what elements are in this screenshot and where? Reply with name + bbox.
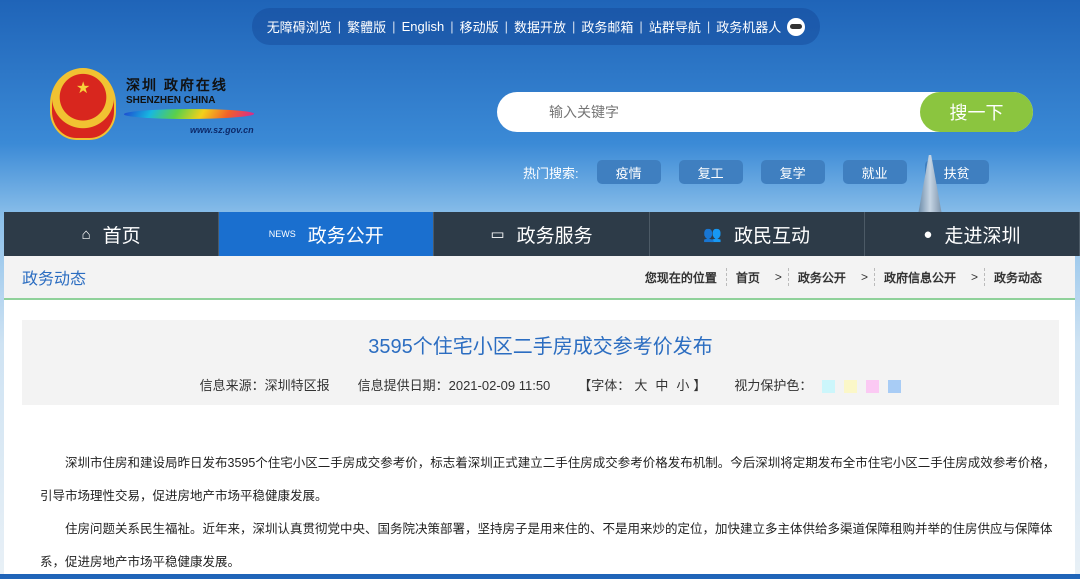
article-header: 3595个住宅小区二手房成交参考价发布 信息来源：深圳特区报 信息提供日期：20… [22,320,1059,405]
eye-color-pink[interactable] [866,380,880,394]
nav-label: 政民互动 [734,225,811,247]
section-title: 政务动态 [22,271,87,288]
site-logo[interactable]: 深圳 政府在线 SHENZHEN CHINA www.sz.gov.cn [50,68,257,140]
article-title: 3595个住宅小区二手房成交参考价发布 [368,336,713,358]
eye-color-yellow[interactable] [844,380,858,394]
link-english[interactable]: English [402,19,445,34]
breadcrumb-label: 您现在的位置 [644,270,717,285]
top-links-bar: 无障碍浏览 | 繁體版 | English | 移动版 | 数据开放 | 政务邮箱 | 站群… [252,8,820,45]
breadcrumb-gov-affairs[interactable]: 政务公开 [789,269,855,286]
article-meta: 信息来源：深圳特区报 信息提供日期：2021-02-09 11:50 【字体：大… [22,375,1059,394]
link-site-nav[interactable]: 站群导航 [649,17,701,36]
font-close: 】 [693,378,707,393]
link-open-data[interactable]: 数据开放 [514,17,566,36]
search-input[interactable] [549,104,920,120]
font-medium[interactable]: 中 [655,378,668,393]
logo-en: SHENZHEN CHINA [126,95,216,106]
monitor-icon: ▭ [490,226,505,243]
logo-url: www.sz.gov.cn [190,125,254,135]
chat-icon: ● [923,225,933,243]
paragraph: 深圳市住房和建设局昨日发布3595个住宅小区二手房成交参考价，标志着深圳正式建立… [40,456,1056,503]
news-icon: NEWS [268,229,296,239]
breadcrumb-current[interactable]: 政务动态 [985,269,1051,286]
nav-home[interactable]: ⌂ 首页 [4,212,220,256]
nav-label: 首页 [102,225,141,247]
nav-label: 走进深圳 [944,225,1021,247]
robot-icon[interactable] [787,17,806,36]
hot-search: 热门搜索: 疫情 复工 复学 就业 扶贫 [523,160,989,184]
article-source: 信息来源：深圳特区报 [199,378,330,393]
font-size-control: 【字体：大中小】 [578,375,706,394]
breadcrumb-gov-info[interactable]: 政府信息公开 [875,269,965,286]
nav-interaction[interactable]: 👥 政民互动 [650,212,865,256]
article-date: 信息提供日期：2021-02-09 11:50 [357,378,551,393]
font-label: 【字体： [578,378,631,393]
hot-tag[interactable]: 复学 [760,160,825,184]
link-traditional[interactable]: 繁體版 [347,17,386,36]
nav-gov-affairs[interactable]: NEWS 政务公开 [219,212,435,256]
nav-label: 政务公开 [307,225,384,247]
nav-shenzhen[interactable]: ● 走进深圳 [865,212,1080,256]
eye-label: 视力保护色： [734,378,813,393]
eye-protection: 视力保护色： [734,375,902,394]
nav-label: 政务服务 [516,225,593,247]
logo-cn: 深圳 政府在线 [126,77,228,93]
breadcrumb-home[interactable]: 首页 [727,269,769,286]
hot-tag[interactable]: 复工 [678,160,743,184]
content-area: 政务动态 您现在的位置 首页 > 政务公开 > 政府信息公开 > 政务动态 3595个… [4,256,1075,574]
logo-wing [121,109,257,119]
eye-color-blue[interactable] [888,380,902,394]
hot-search-label: 热门搜索: [523,165,579,181]
section-header: 政务动态 您现在的位置 首页 > 政务公开 > 政府信息公开 > 政务动态 [4,256,1075,300]
eye-color-cyan[interactable] [822,380,836,394]
people-icon: 👥 [703,226,723,243]
search-bar: 搜一下 [497,92,1033,132]
hot-tag[interactable]: 疫情 [596,160,661,184]
home-icon: ⌂ [81,225,91,243]
link-mailbox[interactable]: 政务邮箱 [581,17,633,36]
national-emblem-icon [50,68,116,140]
paragraph: 住房问题关系民生福祉。近年来，深圳认真贯彻党中央、国务院决策部署，坚持房子是用来… [40,522,1053,569]
link-accessibility[interactable]: 无障碍浏览 [267,17,332,36]
breadcrumb: 您现在的位置 首页 > 政务公开 > 政府信息公开 > 政务动态 [636,268,1051,286]
hot-tag[interactable]: 就业 [842,160,907,184]
shenzhen-logo: 深圳 政府在线 SHENZHEN CHINA www.sz.gov.cn [121,69,257,139]
main-nav: ⌂ 首页 NEWS 政务公开 ▭ 政务服务 👥 政民互动 ● 走进深圳 [4,212,1080,256]
link-robot[interactable]: 政务机器人 [716,17,781,36]
article-body: 深圳市住房和建设局昨日发布3595个住宅小区二手房成交参考价，标志着深圳正式建立… [4,405,1075,579]
search-button[interactable]: 搜一下 [920,92,1033,132]
font-large[interactable]: 大 [634,378,647,393]
nav-services[interactable]: ▭ 政务服务 [434,212,650,256]
link-mobile[interactable]: 移动版 [460,17,499,36]
font-small[interactable]: 小 [676,378,689,393]
